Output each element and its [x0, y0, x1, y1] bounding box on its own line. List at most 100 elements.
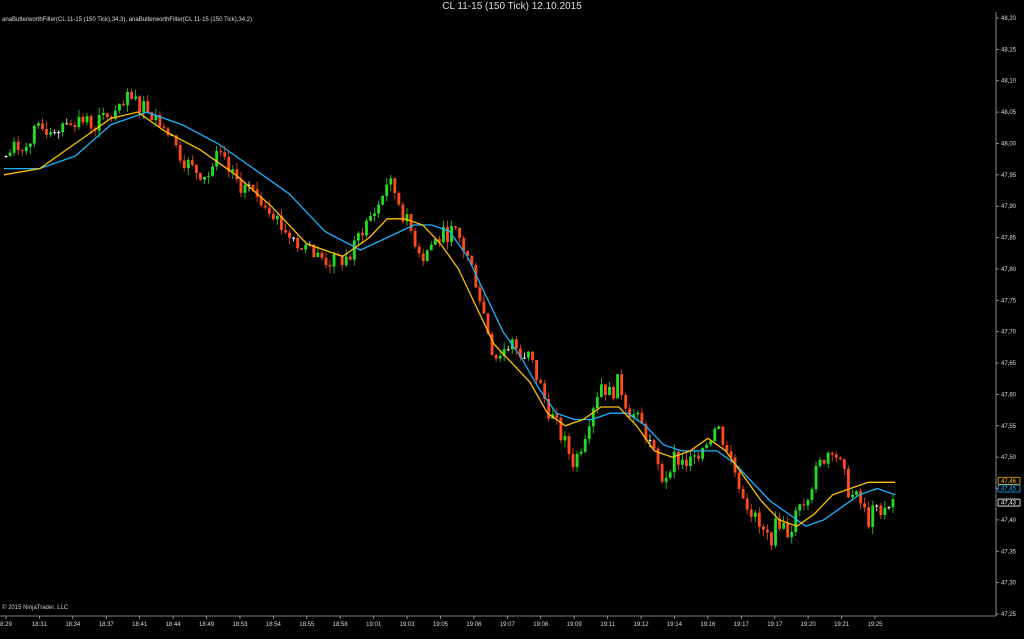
candle-body [284, 229, 287, 233]
copyright-text: © 2015 NinjaTrader, LLC [2, 605, 69, 611]
y-tick-label: 48,15 [1001, 47, 1017, 53]
candle-body [859, 491, 862, 504]
candle [761, 523, 765, 537]
x-tick-label: 19:17 [734, 622, 750, 628]
candle-body [231, 169, 235, 172]
candle [506, 345, 510, 352]
candle-body [454, 226, 457, 228]
candle [555, 408, 559, 425]
candle [656, 446, 660, 471]
candle [259, 191, 263, 207]
candle-body [794, 510, 798, 532]
candle [37, 121, 40, 129]
candle [531, 351, 534, 363]
candle-body [875, 505, 879, 507]
x-tick-label: 19:20 [801, 622, 817, 628]
candle-body [37, 123, 40, 126]
candle [624, 393, 628, 413]
candle-body [134, 96, 138, 99]
candle [822, 459, 826, 466]
candle [891, 493, 895, 513]
candle-body [89, 116, 93, 129]
candle-body [887, 507, 891, 509]
candle [332, 251, 336, 274]
candle [847, 465, 850, 499]
candle-body [527, 351, 530, 358]
candle-body [53, 132, 57, 134]
price-chart[interactable]: 48,20 48,15 48,10 48,05 48,00 47,95 47,90 47,85… [0, 0, 1024, 639]
candle-body [385, 184, 389, 196]
candle-body [85, 116, 89, 123]
candle [77, 109, 81, 130]
candle [523, 352, 526, 360]
candle [458, 227, 462, 243]
candle [227, 151, 231, 178]
y-tick-label: 47,75 [1001, 298, 1017, 304]
candle-body [761, 526, 765, 530]
candle [324, 252, 328, 269]
candle-body [498, 356, 502, 359]
candle-body [680, 459, 684, 465]
y-tick-label: 47,70 [1001, 330, 1017, 336]
candle-body [344, 256, 348, 266]
candle-body [122, 103, 125, 106]
candle-body [595, 397, 599, 409]
candle-body [664, 477, 668, 482]
x-tick-label: 18:41 [132, 622, 148, 628]
candle [300, 247, 304, 251]
candle [356, 231, 360, 245]
y-tick-label: 47,35 [1001, 549, 1017, 555]
candle-body [652, 440, 656, 449]
candle [211, 163, 214, 177]
candlestick-series [4, 88, 895, 551]
candle [830, 451, 834, 462]
candle [150, 111, 154, 121]
candle [199, 172, 202, 182]
candle-body [847, 468, 850, 498]
candle [640, 407, 644, 424]
candle-body [810, 489, 814, 500]
candle [239, 172, 243, 197]
candle [146, 94, 150, 114]
candle-body [770, 532, 773, 546]
candle [101, 107, 105, 120]
candle [563, 430, 567, 447]
candle [838, 455, 842, 461]
candle-body [802, 504, 806, 506]
candle-body [328, 265, 332, 267]
candle [559, 415, 563, 444]
candle-body [389, 178, 393, 185]
candle-body [697, 455, 700, 459]
candle [61, 121, 65, 137]
candle-body [361, 233, 364, 236]
candle [810, 486, 814, 504]
candle-body [324, 257, 328, 266]
candle [725, 441, 729, 452]
candle-body [194, 164, 198, 174]
candle [389, 174, 393, 192]
x-tick-label: 19:08 [533, 622, 549, 628]
candle [344, 249, 348, 268]
candle-body [830, 452, 834, 455]
candle [855, 489, 858, 497]
candle-body [867, 507, 871, 527]
candle [599, 378, 603, 398]
candle [409, 213, 413, 235]
candle [352, 235, 356, 266]
candle [8, 149, 12, 157]
candle [782, 516, 786, 530]
candle [826, 450, 830, 469]
candle-body [689, 456, 692, 466]
candle [24, 142, 28, 155]
x-tick-label: 18:55 [299, 622, 315, 628]
candle-body [393, 178, 397, 194]
candle-body [855, 491, 858, 495]
candle-body [814, 465, 818, 490]
candle-body [478, 287, 482, 302]
price-badge: 47,43 [997, 498, 1021, 507]
candle-body [73, 125, 77, 128]
candle-body [834, 454, 838, 458]
x-tick-label: 18:54 [266, 622, 282, 628]
candle-body [822, 459, 826, 464]
candle-body [753, 512, 757, 517]
